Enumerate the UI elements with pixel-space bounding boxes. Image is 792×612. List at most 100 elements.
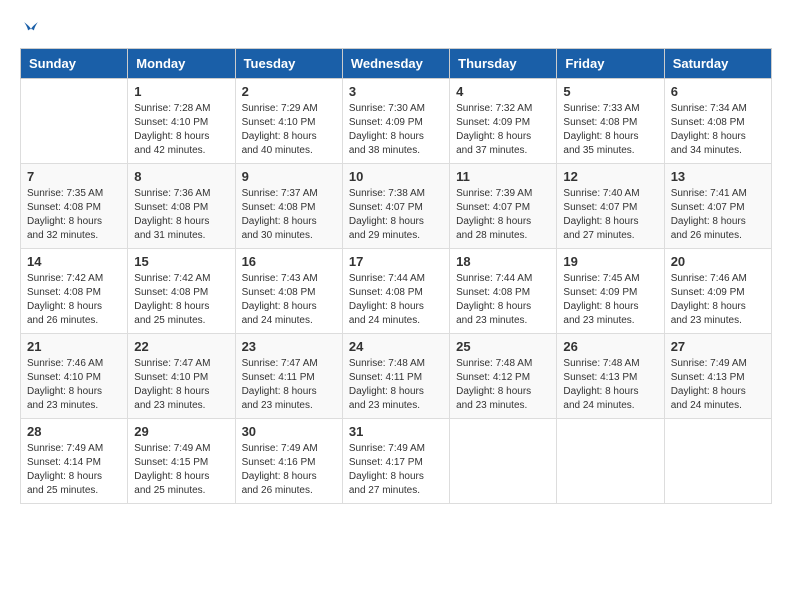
- day-number: 15: [134, 254, 228, 269]
- calendar-cell: 15 Sunrise: 7:42 AM Sunset: 4:08 PM Dayli…: [128, 249, 235, 334]
- day-info: Sunrise: 7:35 AM Sunset: 4:08 PM Dayligh…: [27, 187, 121, 243]
- day-number: 14: [27, 254, 121, 269]
- calendar-cell: 31Sunrise: 7:49 AM Sunset: 4:17 PM Dayli…: [342, 419, 449, 504]
- day-info: Sunrise: 7:47 AM Sunset: 4:11 PM Dayligh…: [242, 357, 336, 413]
- calendar-cell: 16 Sunrise: 7:43 AM Sunset: 4:08 PM Dayli…: [235, 249, 342, 334]
- weekday-header-friday: Friday: [557, 49, 664, 79]
- day-info: Sunrise: 7:44 AM Sunset: 4:08 PM Dayligh…: [349, 272, 443, 328]
- weekday-header-row: SundayMondayTuesdayWednesdayThursdayFrid…: [21, 49, 772, 79]
- day-info: Sunrise: 7:44 AM Sunset: 4:08 PM Dayligh…: [456, 272, 550, 328]
- day-number: 30: [242, 424, 336, 439]
- calendar-cell: 8Sunrise: 7:36 AM Sunset: 4:08 PM Daylig…: [128, 164, 235, 249]
- day-info: Sunrise: 7:49 AM Sunset: 4:13 PM Dayligh…: [671, 357, 765, 413]
- page-header: [20, 20, 772, 38]
- day-info: Sunrise: 7:48 AM Sunset: 4:13 PM Dayligh…: [563, 357, 657, 413]
- calendar-cell: 25 Sunrise: 7:48 AM Sunset: 4:12 PM Dayli…: [450, 334, 557, 419]
- day-info: Sunrise: 7:47 AM Sunset: 4:10 PM Dayligh…: [134, 357, 228, 413]
- day-info: Sunrise: 7:33 AM Sunset: 4:08 PM Dayligh…: [563, 102, 657, 158]
- calendar-cell: 7 Sunrise: 7:35 AM Sunset: 4:08 PM Daylig…: [21, 164, 128, 249]
- calendar-week-row: 7 Sunrise: 7:35 AM Sunset: 4:08 PM Daylig…: [21, 164, 772, 249]
- calendar-cell: [557, 419, 664, 504]
- day-number: 1: [134, 84, 228, 99]
- day-number: 24: [349, 339, 443, 354]
- day-number: 18: [456, 254, 550, 269]
- calendar-cell: [21, 79, 128, 164]
- calendar-week-row: 28 Sunrise: 7:49 AM Sunset: 4:14 PM Dayli…: [21, 419, 772, 504]
- calendar-cell: 23 Sunrise: 7:47 AM Sunset: 4:11 PM Dayli…: [235, 334, 342, 419]
- day-number: 16: [242, 254, 336, 269]
- calendar-cell: 24 Sunrise: 7:48 AM Sunset: 4:11 PM Dayli…: [342, 334, 449, 419]
- weekday-header-thursday: Thursday: [450, 49, 557, 79]
- calendar-week-row: 21 Sunrise: 7:46 AM Sunset: 4:10 PM Dayli…: [21, 334, 772, 419]
- day-info: Sunrise: 7:42 AM Sunset: 4:08 PM Dayligh…: [134, 272, 228, 328]
- day-number: 19: [563, 254, 657, 269]
- weekday-header-tuesday: Tuesday: [235, 49, 342, 79]
- day-number: 2: [242, 84, 336, 99]
- day-info: Sunrise: 7:30 AM Sunset: 4:09 PM Dayligh…: [349, 102, 443, 158]
- weekday-header-saturday: Saturday: [664, 49, 771, 79]
- calendar-cell: 18 Sunrise: 7:44 AM Sunset: 4:08 PM Dayli…: [450, 249, 557, 334]
- day-info: Sunrise: 7:40 AM Sunset: 4:07 PM Dayligh…: [563, 187, 657, 243]
- day-number: 11: [456, 169, 550, 184]
- calendar-cell: 30 Sunrise: 7:49 AM Sunset: 4:16 PM Dayli…: [235, 419, 342, 504]
- day-info: Sunrise: 7:28 AM Sunset: 4:10 PM Dayligh…: [134, 102, 228, 158]
- day-number: 9: [242, 169, 336, 184]
- calendar-table: SundayMondayTuesdayWednesdayThursdayFrid…: [20, 48, 772, 504]
- day-info: Sunrise: 7:36 AM Sunset: 4:08 PM Dayligh…: [134, 187, 228, 243]
- calendar-cell: 17 Sunrise: 7:44 AM Sunset: 4:08 PM Dayli…: [342, 249, 449, 334]
- calendar-cell: [664, 419, 771, 504]
- day-number: 13: [671, 169, 765, 184]
- calendar-cell: 10 Sunrise: 7:38 AM Sunset: 4:07 PM Dayli…: [342, 164, 449, 249]
- day-info: Sunrise: 7:46 AM Sunset: 4:10 PM Dayligh…: [27, 357, 121, 413]
- day-info: Sunrise: 7:34 AM Sunset: 4:08 PM Dayligh…: [671, 102, 765, 158]
- day-number: 23: [242, 339, 336, 354]
- calendar-cell: 27Sunrise: 7:49 AM Sunset: 4:13 PM Dayli…: [664, 334, 771, 419]
- day-info: Sunrise: 7:29 AM Sunset: 4:10 PM Dayligh…: [242, 102, 336, 158]
- day-number: 29: [134, 424, 228, 439]
- day-info: Sunrise: 7:43 AM Sunset: 4:08 PM Dayligh…: [242, 272, 336, 328]
- day-number: 5: [563, 84, 657, 99]
- day-info: Sunrise: 7:37 AM Sunset: 4:08 PM Dayligh…: [242, 187, 336, 243]
- day-number: 12: [563, 169, 657, 184]
- day-info: Sunrise: 7:45 AM Sunset: 4:09 PM Dayligh…: [563, 272, 657, 328]
- day-info: Sunrise: 7:42 AM Sunset: 4:08 PM Dayligh…: [27, 272, 121, 328]
- day-info: Sunrise: 7:49 AM Sunset: 4:14 PM Dayligh…: [27, 442, 121, 498]
- day-info: Sunrise: 7:48 AM Sunset: 4:11 PM Dayligh…: [349, 357, 443, 413]
- calendar-cell: 14 Sunrise: 7:42 AM Sunset: 4:08 PM Dayli…: [21, 249, 128, 334]
- day-info: Sunrise: 7:48 AM Sunset: 4:12 PM Dayligh…: [456, 357, 550, 413]
- logo: [20, 20, 40, 38]
- calendar-cell: 29Sunrise: 7:49 AM Sunset: 4:15 PM Dayli…: [128, 419, 235, 504]
- day-number: 10: [349, 169, 443, 184]
- day-number: 17: [349, 254, 443, 269]
- logo-bird-icon: [22, 20, 40, 38]
- day-number: 6: [671, 84, 765, 99]
- day-info: Sunrise: 7:49 AM Sunset: 4:16 PM Dayligh…: [242, 442, 336, 498]
- day-number: 3: [349, 84, 443, 99]
- calendar-cell: [450, 419, 557, 504]
- calendar-cell: 1 Sunrise: 7:28 AM Sunset: 4:10 PM Daylig…: [128, 79, 235, 164]
- day-number: 20: [671, 254, 765, 269]
- day-number: 28: [27, 424, 121, 439]
- weekday-header-sunday: Sunday: [21, 49, 128, 79]
- calendar-cell: 6 Sunrise: 7:34 AM Sunset: 4:08 PM Daylig…: [664, 79, 771, 164]
- day-info: Sunrise: 7:49 AM Sunset: 4:17 PM Dayligh…: [349, 442, 443, 498]
- calendar-cell: 21 Sunrise: 7:46 AM Sunset: 4:10 PM Dayli…: [21, 334, 128, 419]
- calendar-week-row: 14 Sunrise: 7:42 AM Sunset: 4:08 PM Dayli…: [21, 249, 772, 334]
- calendar-cell: 11 Sunrise: 7:39 AM Sunset: 4:07 PM Dayli…: [450, 164, 557, 249]
- day-number: 21: [27, 339, 121, 354]
- day-number: 4: [456, 84, 550, 99]
- calendar-cell: 19 Sunrise: 7:45 AM Sunset: 4:09 PM Dayli…: [557, 249, 664, 334]
- day-number: 26: [563, 339, 657, 354]
- calendar-cell: 22Sunrise: 7:47 AM Sunset: 4:10 PM Dayli…: [128, 334, 235, 419]
- day-number: 7: [27, 169, 121, 184]
- weekday-header-monday: Monday: [128, 49, 235, 79]
- calendar-cell: 4 Sunrise: 7:32 AM Sunset: 4:09 PM Daylig…: [450, 79, 557, 164]
- day-info: Sunrise: 7:41 AM Sunset: 4:07 PM Dayligh…: [671, 187, 765, 243]
- day-number: 25: [456, 339, 550, 354]
- calendar-cell: 13 Sunrise: 7:41 AM Sunset: 4:07 PM Dayli…: [664, 164, 771, 249]
- day-info: Sunrise: 7:38 AM Sunset: 4:07 PM Dayligh…: [349, 187, 443, 243]
- calendar-cell: 5 Sunrise: 7:33 AM Sunset: 4:08 PM Daylig…: [557, 79, 664, 164]
- day-info: Sunrise: 7:32 AM Sunset: 4:09 PM Dayligh…: [456, 102, 550, 158]
- day-info: Sunrise: 7:39 AM Sunset: 4:07 PM Dayligh…: [456, 187, 550, 243]
- calendar-cell: 3 Sunrise: 7:30 AM Sunset: 4:09 PM Daylig…: [342, 79, 449, 164]
